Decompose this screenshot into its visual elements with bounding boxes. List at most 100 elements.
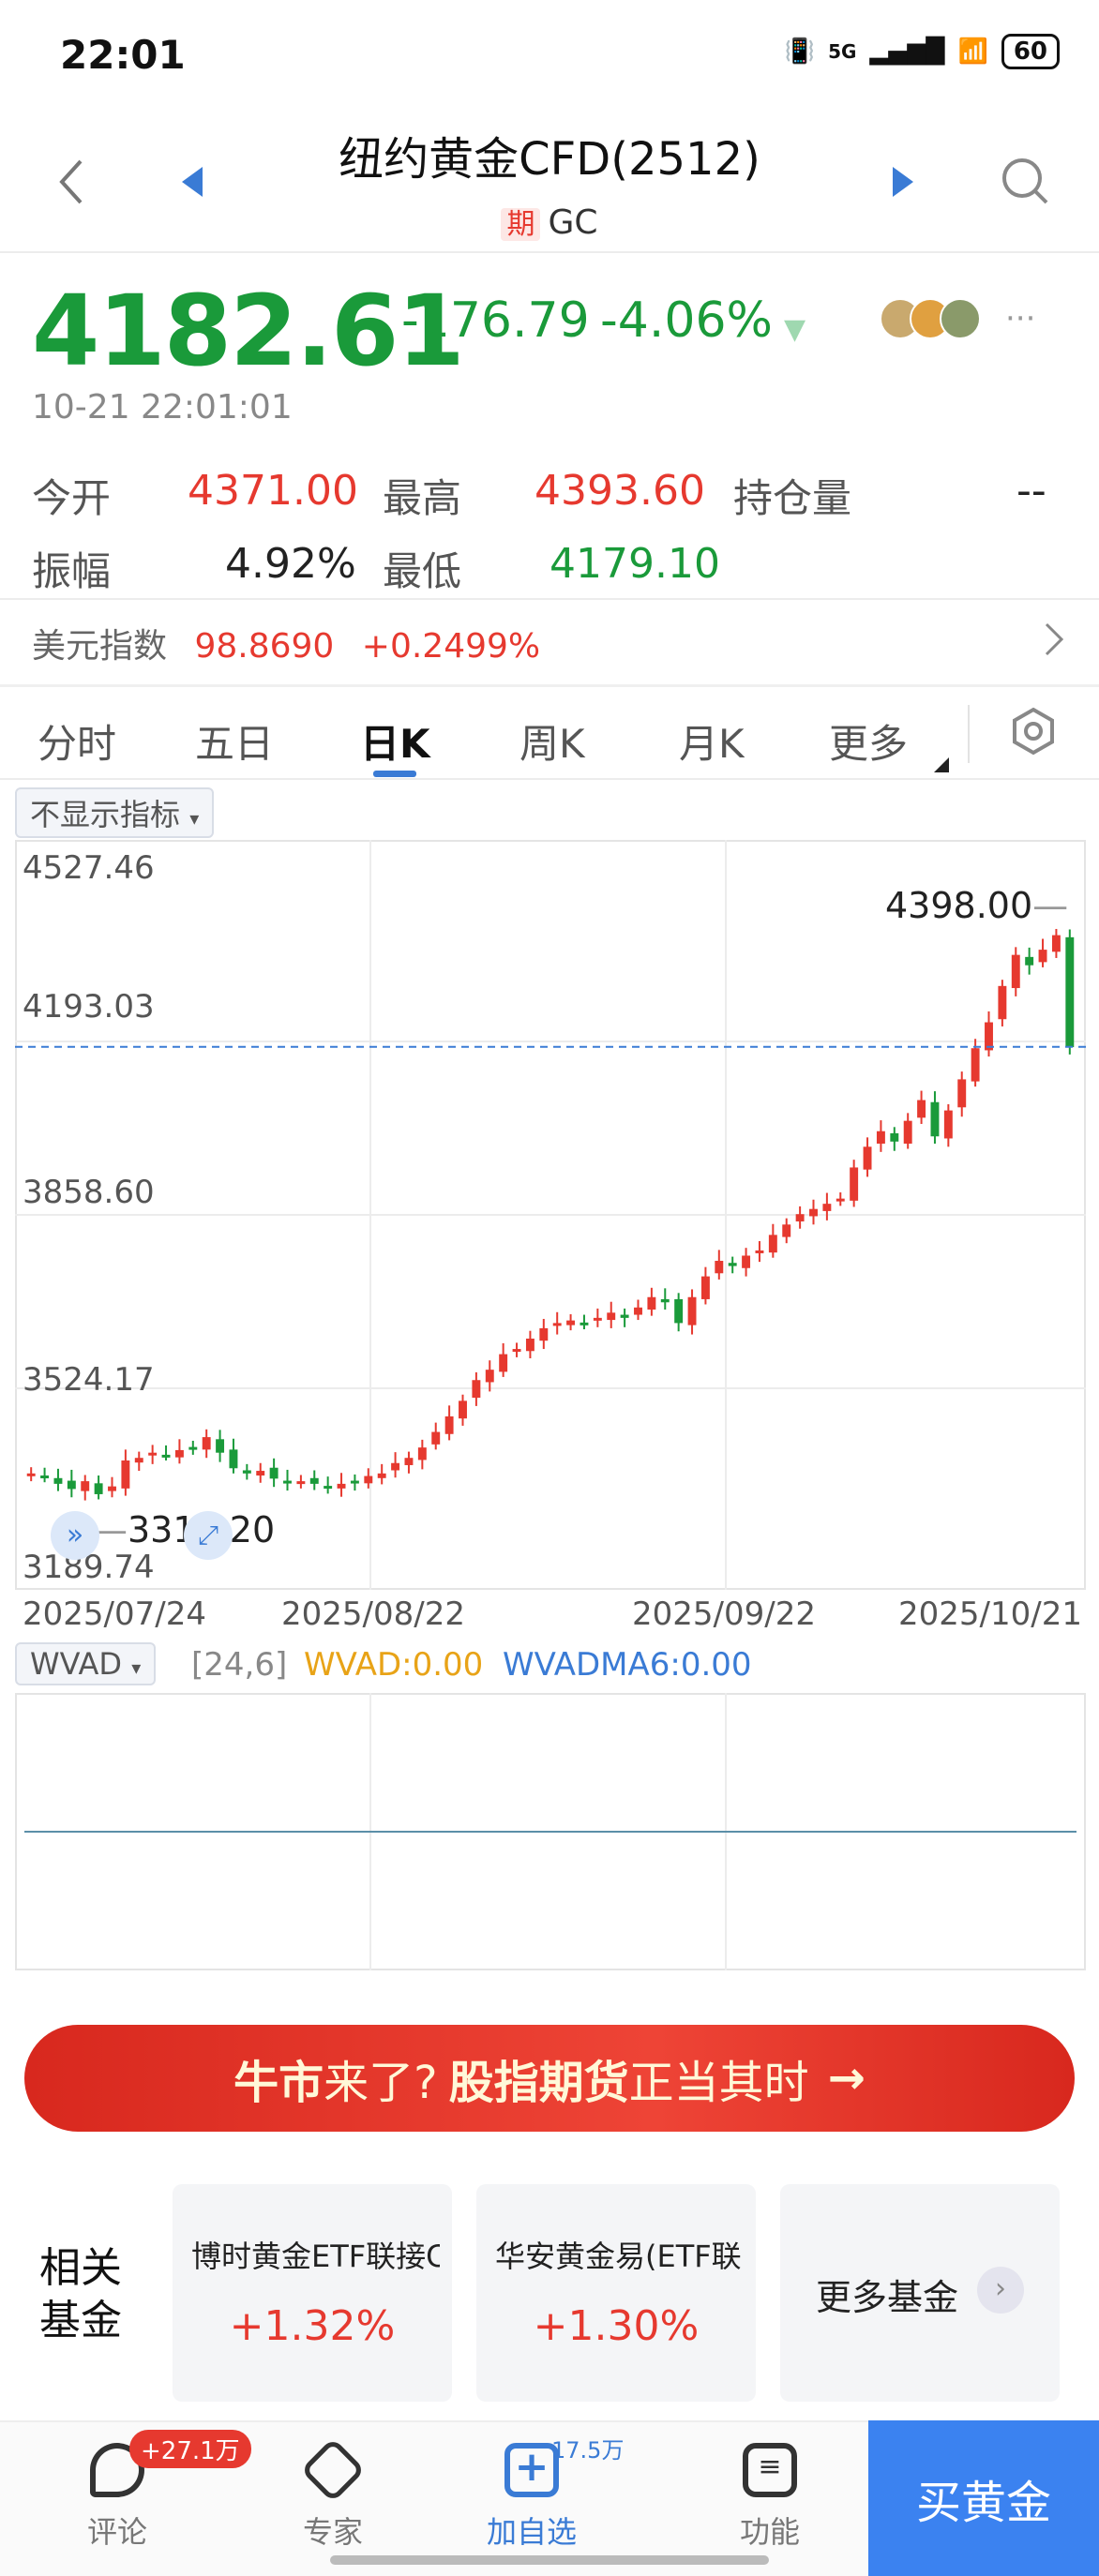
usd-index-row[interactable]: 美元指数 98.8690 +0.2499% bbox=[32, 619, 1073, 667]
candle bbox=[957, 1079, 967, 1108]
triangle-right-icon bbox=[893, 167, 913, 197]
candle bbox=[674, 1298, 684, 1324]
community-avatars[interactable] bbox=[880, 298, 981, 339]
indicator-select[interactable]: 不显示指标 ▾ bbox=[15, 787, 215, 838]
tab-daily-k[interactable]: 日K bbox=[360, 712, 430, 770]
wifi-icon: 📶 bbox=[957, 37, 988, 66]
tabs-divider bbox=[0, 778, 1099, 780]
futures-tag: 期 bbox=[501, 208, 541, 241]
banner-text-2: 来了? bbox=[324, 2057, 438, 2109]
max-price-value: 4398.00 bbox=[885, 885, 1033, 926]
price-change-pct: -4.06% bbox=[600, 292, 773, 349]
futures-promo-banner[interactable]: 牛市 来了? 股指期货 正当其时 → bbox=[24, 2025, 1075, 2132]
chevron-right-icon[interactable] bbox=[1043, 621, 1065, 662]
candle bbox=[1025, 956, 1034, 966]
page-title: 纽约黄金CFD(2512) bbox=[339, 133, 760, 186]
candle bbox=[593, 1317, 602, 1321]
search-icon bbox=[1002, 158, 1048, 204]
candle bbox=[499, 1354, 508, 1372]
candle bbox=[337, 1483, 346, 1489]
watchlist-count: 17.5万 bbox=[551, 2437, 625, 2464]
candle bbox=[822, 1204, 832, 1211]
home-indicator[interactable] bbox=[330, 2555, 769, 2565]
wvadma-value: WVADMA6:0.00 bbox=[503, 1646, 752, 1684]
tab-intraday[interactable]: 分时 bbox=[38, 712, 116, 770]
fullscreen-button[interactable]: ⤢ bbox=[184, 1511, 233, 1560]
candle bbox=[431, 1431, 441, 1445]
tab-underline bbox=[373, 771, 416, 777]
nav-watch-label: 加自选 bbox=[486, 2514, 577, 2550]
candle bbox=[580, 1322, 589, 1325]
fund-card[interactable]: 华安黄金易(ETF联… +1.30% bbox=[476, 2184, 756, 2402]
tab-more[interactable]: 更多 bbox=[829, 712, 908, 770]
gear-icon bbox=[1013, 707, 1054, 756]
candle bbox=[1038, 950, 1047, 963]
quote-timestamp: 10-21 22:01:01 bbox=[32, 388, 293, 427]
open-value: 4371.00 bbox=[188, 467, 358, 515]
buy-gold-button[interactable]: 买黄金 bbox=[868, 2420, 1099, 2576]
chart-settings-button[interactable] bbox=[1009, 707, 1058, 759]
candle bbox=[229, 1449, 238, 1469]
candle bbox=[566, 1320, 576, 1325]
candle bbox=[53, 1477, 63, 1484]
next-instrument-button[interactable] bbox=[891, 165, 915, 202]
comment-count-badge: +27.1万 bbox=[129, 2430, 251, 2468]
candle bbox=[687, 1296, 697, 1325]
stats-divider bbox=[0, 598, 1099, 600]
nav-expert-label: 专家 bbox=[302, 2514, 363, 2550]
related-funds-heading-line1: 相关 bbox=[39, 2244, 122, 2292]
price-change: -176.79 bbox=[401, 292, 590, 349]
candle bbox=[324, 1486, 333, 1490]
more-caret-icon bbox=[934, 757, 949, 772]
tab-weekly-k[interactable]: 周K bbox=[519, 712, 585, 770]
wvad-select[interactable]: WVAD ▾ bbox=[15, 1642, 157, 1685]
candle bbox=[188, 1446, 198, 1450]
tab-five-day[interactable]: 五日 bbox=[195, 712, 274, 770]
candle bbox=[903, 1120, 912, 1144]
nav-function[interactable]: ≡ 功能 bbox=[709, 2443, 831, 2552]
candle bbox=[485, 1370, 494, 1383]
candle bbox=[417, 1447, 427, 1460]
candle bbox=[26, 1473, 36, 1476]
status-icons: 📳 5G ▂▄▆█ 📶 60 bbox=[785, 34, 1060, 69]
candle bbox=[296, 1481, 306, 1485]
candle bbox=[121, 1460, 130, 1489]
candle bbox=[512, 1349, 521, 1353]
candle bbox=[634, 1307, 642, 1315]
vibrate-icon: 📳 bbox=[784, 37, 816, 66]
down-arrow-icon: ▼ bbox=[784, 313, 806, 346]
wvad-select-label: WVAD bbox=[30, 1646, 123, 1682]
arrow-right-icon: → bbox=[827, 2052, 866, 2104]
high-value: 4393.60 bbox=[534, 467, 705, 515]
instrument-code: 期 GC bbox=[0, 201, 1099, 242]
more-funds-card[interactable]: 更多基金 › bbox=[780, 2184, 1060, 2402]
y-tick-label: 3524.17 bbox=[23, 1361, 155, 1399]
x-tick-label: 2025/07/24 bbox=[23, 1595, 206, 1633]
fund-name: 博时黄金ETF联接C bbox=[191, 2239, 440, 2274]
candle bbox=[472, 1380, 481, 1399]
usd-index-value: 98.8690 bbox=[194, 627, 335, 666]
candle bbox=[108, 1486, 116, 1491]
expand-left-button[interactable]: » bbox=[51, 1511, 99, 1560]
candle bbox=[755, 1250, 764, 1253]
candle bbox=[67, 1480, 76, 1490]
nav-expert[interactable]: 专家 bbox=[272, 2437, 394, 2552]
wvad-chart bbox=[24, 1693, 1076, 1970]
tabs-separator bbox=[968, 705, 970, 763]
search-button[interactable] bbox=[1000, 156, 1052, 212]
more-options-icon[interactable]: ··· bbox=[1005, 300, 1035, 337]
x-tick-label: 2025/09/22 bbox=[632, 1595, 816, 1633]
candle bbox=[283, 1480, 292, 1484]
tab-monthly-k[interactable]: 月K bbox=[679, 712, 745, 770]
fund-card[interactable]: 博时黄金ETF联接C +1.32% bbox=[173, 2184, 452, 2402]
candle bbox=[539, 1327, 549, 1341]
candle bbox=[620, 1314, 629, 1318]
candle bbox=[930, 1101, 940, 1137]
candle bbox=[890, 1132, 899, 1142]
kline-chart bbox=[15, 840, 1086, 1590]
high-label: 最高 bbox=[383, 475, 462, 521]
candle bbox=[863, 1146, 872, 1170]
indicator-select-label: 不显示指标 bbox=[30, 797, 181, 832]
candle bbox=[148, 1452, 158, 1456]
wvad-params: [24,6] bbox=[191, 1646, 288, 1684]
